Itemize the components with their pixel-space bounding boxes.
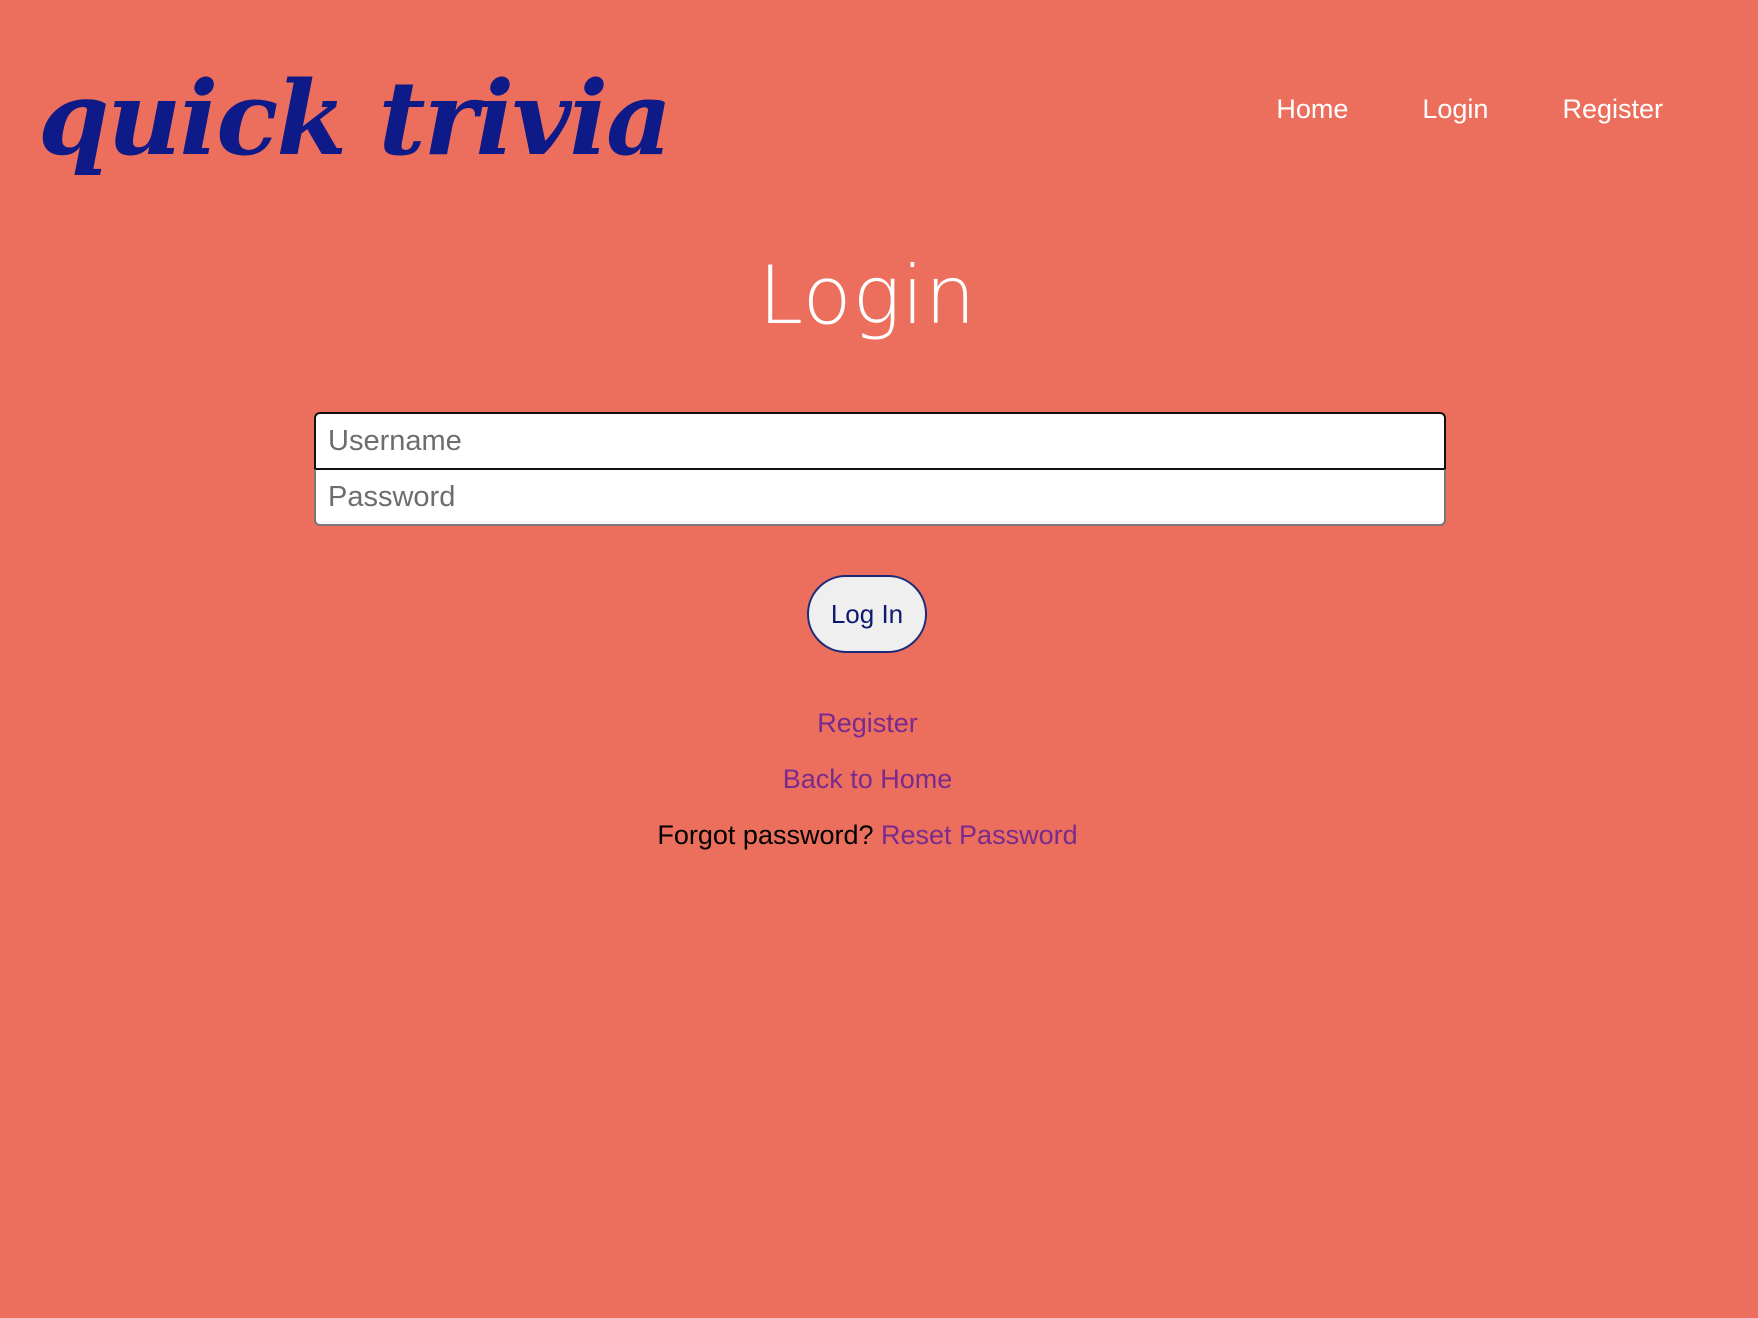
nav-register-link[interactable]: Register	[1562, 88, 1663, 130]
back-to-home-link[interactable]: Back to Home	[0, 751, 1735, 807]
password-input[interactable]	[314, 469, 1446, 526]
auth-links: Register Back to Home Forgot password? R…	[0, 695, 1735, 863]
top-nav: Home Login Register	[1276, 88, 1663, 130]
page-title: Login	[758, 249, 977, 342]
reset-password-link[interactable]: Reset Password	[881, 820, 1078, 850]
forgot-password-line: Forgot password? Reset Password	[0, 807, 1735, 863]
register-link[interactable]: Register	[0, 695, 1735, 751]
login-page: quick trivia Home Login Register Login L…	[0, 0, 1758, 1318]
nav-home-link[interactable]: Home	[1276, 88, 1348, 130]
site-logo[interactable]: quick trivia	[38, 58, 672, 180]
log-in-button[interactable]: Log In	[807, 575, 927, 653]
login-form	[314, 412, 1446, 526]
forgot-password-text: Forgot password?	[657, 820, 874, 850]
username-input[interactable]	[314, 412, 1446, 469]
nav-login-link[interactable]: Login	[1422, 88, 1488, 130]
